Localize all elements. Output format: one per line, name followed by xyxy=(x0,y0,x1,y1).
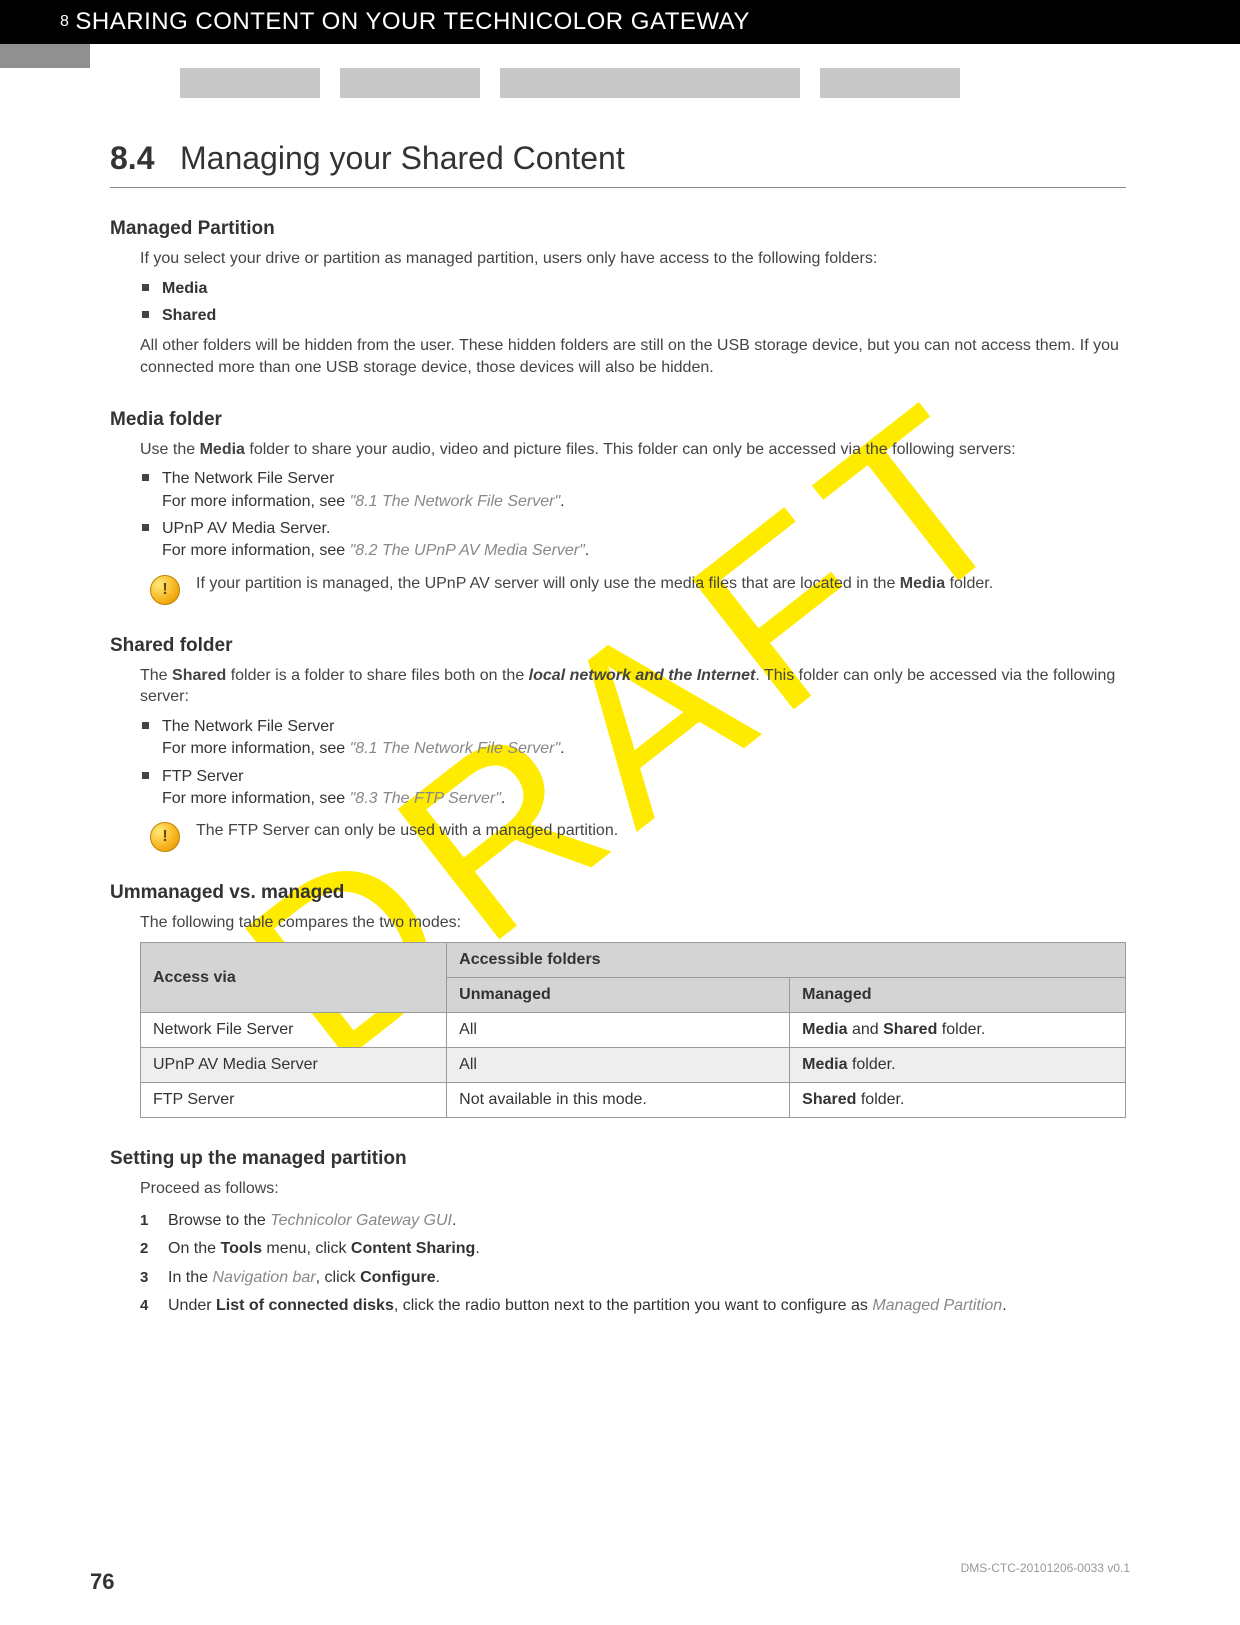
section-number: 8.4 xyxy=(110,140,180,177)
body-text: If you select your drive or partition as… xyxy=(140,248,1126,270)
list-item: Shared xyxy=(140,305,1126,327)
cross-ref-link[interactable]: "8.3 The FTP Server" xyxy=(350,790,501,807)
list-item: The Network File Server For more informa… xyxy=(140,716,1126,761)
subheading-shared-folder: Shared folder xyxy=(110,635,1126,657)
note-callout: The FTP Server can only be used with a m… xyxy=(150,820,1126,852)
document-page: 8 SHARING CONTENT ON YOUR TECHNICOLOR GA… xyxy=(0,0,1240,1625)
th-unmanaged: Unmanaged xyxy=(447,978,790,1013)
page-number: 76 xyxy=(90,1569,114,1595)
subheading-media-folder: Media folder xyxy=(110,409,1126,431)
list-item: The Network File Server For more informa… xyxy=(140,468,1126,513)
subheading-compare: Ummanaged vs. managed xyxy=(110,882,1126,904)
warning-icon xyxy=(150,822,180,852)
numbered-steps: Browse to the Technicolor Gateway GUI. O… xyxy=(140,1208,1126,1319)
header-accent xyxy=(0,44,90,68)
cross-ref-link[interactable]: "8.1 The Network File Server" xyxy=(350,740,561,757)
tab-strip xyxy=(0,68,1240,98)
step-item: In the Navigation bar, click Configure. xyxy=(140,1265,1126,1291)
document-id: DMS-CTC-20101206-0033 v0.1 xyxy=(961,1561,1130,1575)
list-item: Media xyxy=(140,278,1126,300)
chapter-header: 8 SHARING CONTENT ON YOUR TECHNICOLOR GA… xyxy=(0,0,1240,44)
step-item: Under List of connected disks, click the… xyxy=(140,1293,1126,1319)
bullet-list: The Network File Server For more informa… xyxy=(140,716,1126,811)
bullet-list: The Network File Server For more informa… xyxy=(140,468,1126,563)
bullet-list: Media Shared xyxy=(140,278,1126,328)
tab-marker xyxy=(180,68,320,98)
tab-marker xyxy=(820,68,960,98)
comparison-table: Access via Accessible folders Unmanaged … xyxy=(140,942,1126,1118)
note-text: If your partition is managed, the UPnP A… xyxy=(196,573,993,595)
note-callout: If your partition is managed, the UPnP A… xyxy=(150,573,1126,605)
chapter-number: 8 xyxy=(60,13,69,31)
cross-ref-link[interactable]: "8.2 The UPnP AV Media Server" xyxy=(350,542,585,559)
table-row: FTP Server Not available in this mode. S… xyxy=(141,1083,1126,1118)
chapter-title: SHARING CONTENT ON YOUR TECHNICOLOR GATE… xyxy=(75,8,749,36)
subheading-setup: Setting up the managed partition xyxy=(110,1148,1126,1170)
body-text: All other folders will be hidden from th… xyxy=(140,335,1126,378)
table-header-row: Access via Accessible folders xyxy=(141,943,1126,978)
note-text: The FTP Server can only be used with a m… xyxy=(196,820,618,842)
cross-ref-link[interactable]: "8.1 The Network File Server" xyxy=(350,493,561,510)
body-text: Use the Media folder to share your audio… xyxy=(140,439,1126,461)
section-title: Managing your Shared Content xyxy=(180,140,625,176)
body-text: Proceed as follows: xyxy=(140,1178,1126,1200)
section-heading: 8.4Managing your Shared Content xyxy=(110,140,1126,188)
page-footer: 76 DMS-CTC-20101206-0033 v0.1 xyxy=(0,1555,1240,1595)
table-row: Network File Server All Media and Shared… xyxy=(141,1013,1126,1048)
step-item: Browse to the Technicolor Gateway GUI. xyxy=(140,1208,1126,1234)
th-access: Access via xyxy=(141,943,447,1013)
body-text: The Shared folder is a folder to share f… xyxy=(140,665,1126,708)
subheading-managed-partition: Managed Partition xyxy=(110,218,1126,240)
list-item: UPnP AV Media Server. For more informati… xyxy=(140,518,1126,563)
th-folders: Accessible folders xyxy=(447,943,1126,978)
tab-marker xyxy=(500,68,800,98)
list-item: FTP Server For more information, see "8.… xyxy=(140,766,1126,811)
body-text: The following table compares the two mod… xyxy=(140,912,1126,934)
page-content: DRAFT 8.4Managing your Shared Content Ma… xyxy=(110,140,1126,1325)
step-item: On the Tools menu, click Content Sharing… xyxy=(140,1236,1126,1262)
warning-icon xyxy=(150,575,180,605)
table-row: UPnP AV Media Server All Media folder. xyxy=(141,1048,1126,1083)
tab-marker xyxy=(340,68,480,98)
th-managed: Managed xyxy=(790,978,1126,1013)
